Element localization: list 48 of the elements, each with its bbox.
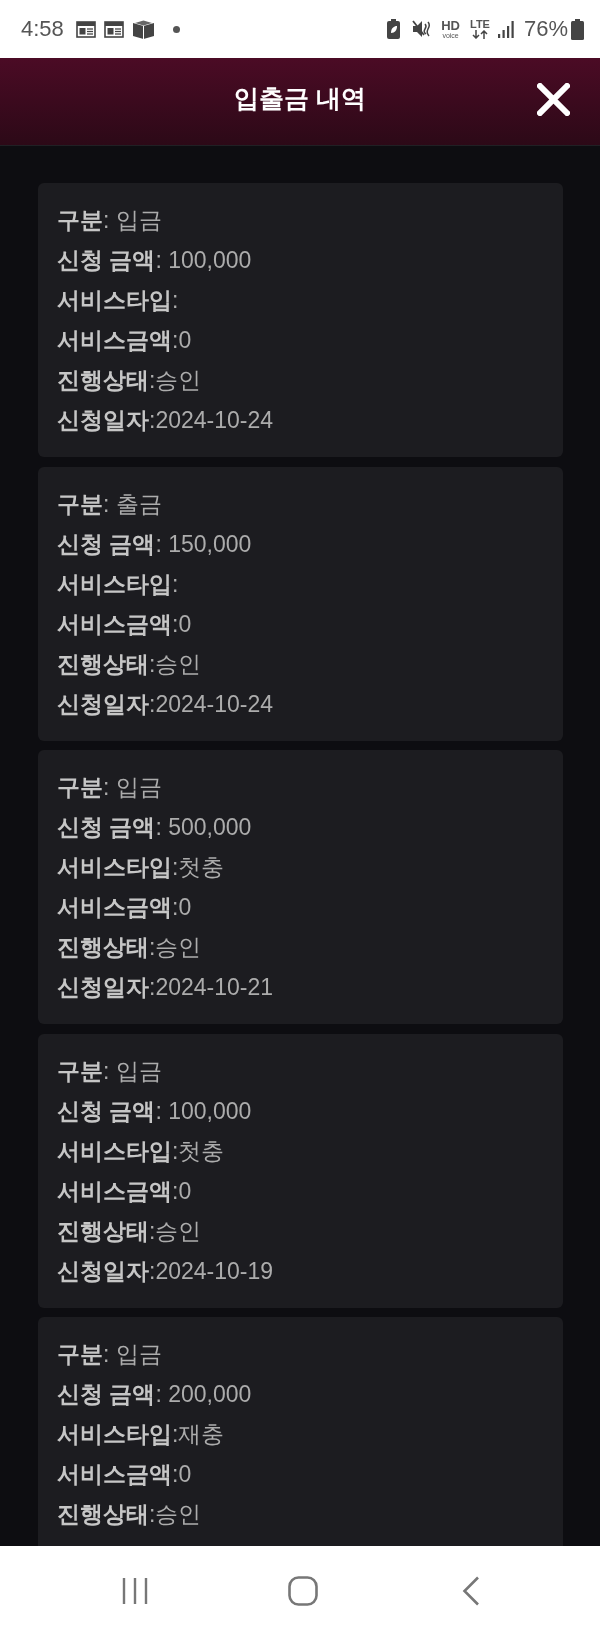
detail-line: 구분: 입금: [57, 773, 163, 802]
news-icon: [75, 20, 96, 38]
battery-icon: [571, 18, 584, 40]
detail-line: 진행상태:승인: [57, 933, 203, 962]
detail-line: 구분: 출금: [57, 489, 163, 519]
detail-line: 서비스금액:0: [57, 1176, 193, 1206]
detail-line: 신청일자:2024-10-24: [57, 406, 275, 435]
mute-icon: [412, 20, 432, 38]
detail-line: 진행상태:승인: [57, 366, 203, 395]
detail-line: 신청일자:2024-10-21: [57, 973, 275, 1002]
detail-line: 서비스타입:첫충: [57, 1136, 226, 1166]
status-time: 4:58: [21, 16, 64, 42]
detail-line: 서비스타입:: [57, 286, 180, 315]
detail-line: 진행상태:승인: [57, 649, 203, 679]
detail-line: 서비스금액:0: [57, 326, 193, 355]
detail-line: 신청일자:2024-10-19: [57, 1256, 275, 1286]
data-arrows-icon: [471, 30, 488, 39]
close-button[interactable]: [535, 81, 572, 118]
detail-line: 진행상태:승인: [57, 1500, 203, 1529]
detail-line: 서비스타입:: [57, 569, 180, 599]
news-icon: [103, 20, 124, 38]
battery-percent: 76%: [523, 16, 568, 42]
detail-line: 신청일자:2024-10-24: [57, 689, 275, 719]
detail-line: 진행상태:승인: [57, 1216, 203, 1246]
page-title: 입출금 내역: [234, 83, 366, 114]
back-icon: [462, 1575, 480, 1606]
detail-line: 서비스금액:0: [57, 893, 193, 922]
signal-icon: [497, 20, 514, 38]
detail-line: 신청 금액: 500,000: [57, 813, 253, 842]
detail-line: 서비스금액:0: [57, 609, 193, 639]
detail-line: 구분: 입금: [57, 1056, 163, 1086]
detail-line: 신청 금액: 100,000: [57, 246, 253, 275]
detail-line: 신청 금액: 200,000: [57, 1380, 253, 1409]
box-icon: [131, 19, 155, 39]
detail-line: 구분: 입금: [57, 206, 163, 235]
detail-line: 신청 금액: 150,000: [57, 529, 253, 559]
detail-line: 서비스금액:0: [57, 1460, 193, 1489]
battery-leaf-icon: [387, 19, 401, 39]
detail-line: 신청 금액: 100,000: [57, 1096, 253, 1126]
notification-dot-icon: [172, 25, 180, 33]
network-label: LTE: [470, 19, 490, 30]
detail-line: 서비스타입:재충: [57, 1420, 226, 1449]
hd-label: HD: [441, 19, 460, 32]
detail-line: 서비스타입:첫충: [57, 853, 226, 882]
recent-apps-icon: [121, 1576, 149, 1605]
home-icon: [288, 1575, 318, 1606]
close-icon: [537, 83, 570, 116]
detail-line: 구분: 입금: [57, 1340, 163, 1369]
